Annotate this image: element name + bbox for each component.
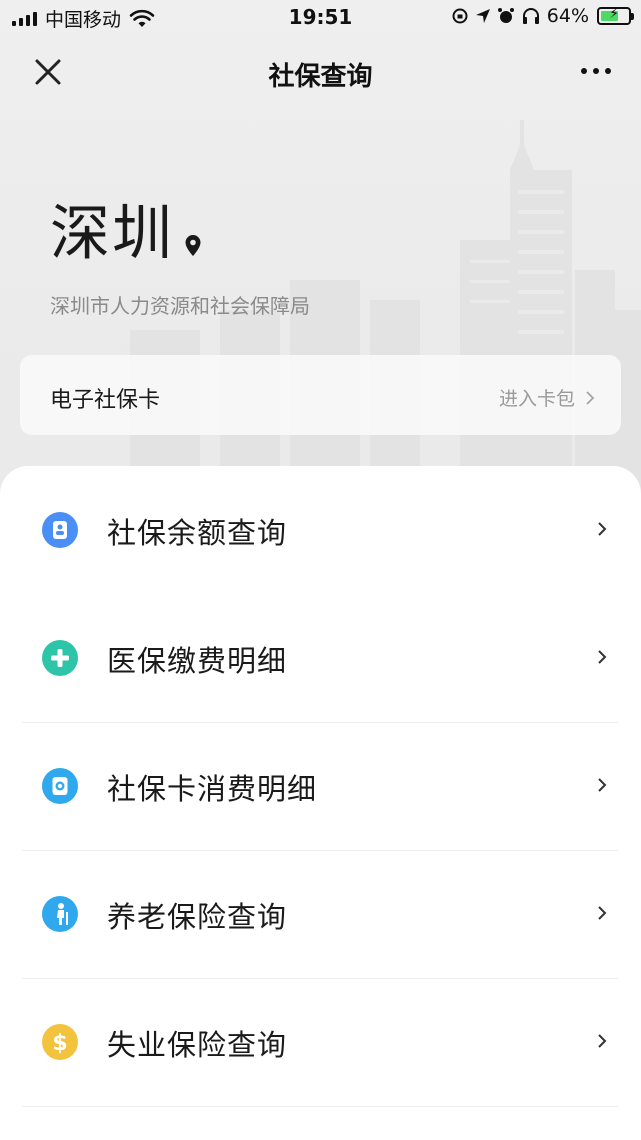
bureau-name: 深圳市人力资源和社会保障局: [50, 294, 310, 318]
service-label: 养老保险查询: [107, 900, 288, 934]
chevron-right-icon: [598, 778, 607, 792]
location-arrow-icon: [475, 9, 490, 23]
service-label: 社保卡消费明细: [107, 772, 318, 806]
service-item-balance-query[interactable]: 社保余额查询: [0, 466, 641, 594]
nav-bar: 社保查询: [0, 40, 641, 104]
chevron-right-icon: [598, 650, 607, 664]
chevron-right-icon: [598, 522, 607, 536]
location-pin-icon: [185, 235, 201, 256]
battery-percent: 64%: [546, 5, 589, 27]
city-selector[interactable]: 深圳: [50, 198, 202, 270]
headphones-icon: [522, 8, 539, 24]
service-label: 社保余额查询: [107, 516, 288, 550]
chevron-right-icon: [598, 1034, 607, 1048]
status-right: 64% ⚡: [451, 5, 634, 27]
elderly-icon: [42, 896, 78, 932]
status-bar: 中国移动 19:51 64% ⚡: [0, 0, 641, 36]
card-icon: [42, 768, 78, 804]
charging-bolt-icon: ⚡: [609, 6, 619, 22]
service-item-medical-payment[interactable]: 医保缴费明细: [0, 594, 641, 722]
card-link-label: 进入卡包: [498, 388, 575, 410]
service-item-pension-query[interactable]: 养老保险查询: [0, 850, 641, 978]
alarm-icon: [497, 8, 514, 23]
orientation-lock-icon: [452, 8, 468, 24]
dollar-icon: $: [42, 1024, 78, 1060]
divider: [22, 1106, 619, 1107]
plus-icon: [42, 640, 78, 676]
services-panel: 社保余额查询 医保缴费明细 社保卡消费明细 养老保险查询 $ 失业保险查询: [0, 466, 641, 1140]
page-title: 社保查询: [268, 62, 373, 92]
service-label: 失业保险查询: [107, 1028, 288, 1062]
service-item-unemployment-query[interactable]: $ 失业保险查询: [0, 978, 641, 1106]
battery-icon: ⚡: [597, 6, 634, 25]
service-item-card-consumption[interactable]: 社保卡消费明细: [0, 722, 641, 850]
enter-card-wallet-link[interactable]: 进入卡包: [499, 384, 595, 411]
e-social-security-card-row[interactable]: 电子社保卡 进入卡包: [20, 355, 621, 435]
more-icon[interactable]: [581, 68, 611, 74]
svg-text:$: $: [52, 1031, 67, 1056]
chevron-right-icon: [586, 390, 595, 405]
id-card-icon: [42, 512, 78, 548]
service-label: 医保缴费明细: [107, 644, 288, 678]
card-title: 电子社保卡: [50, 388, 161, 413]
city-name: 深圳: [50, 199, 174, 269]
chevron-right-icon: [598, 906, 607, 920]
